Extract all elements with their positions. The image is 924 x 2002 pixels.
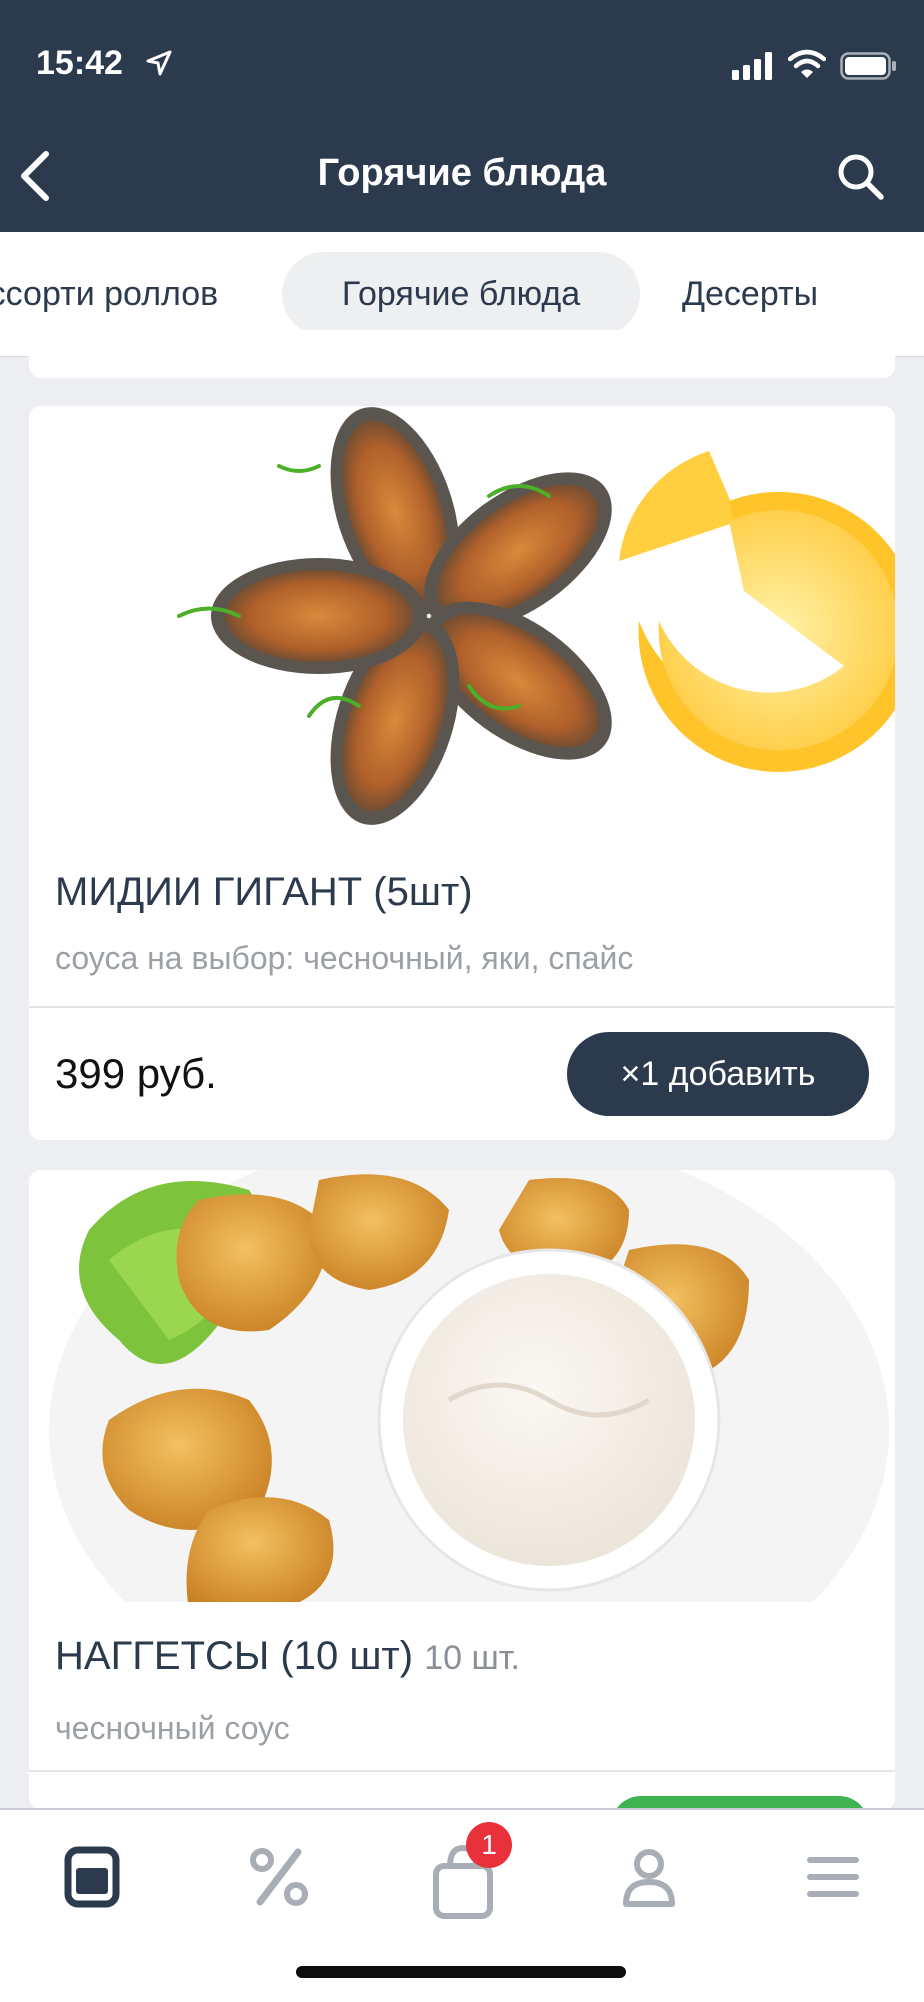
wifi-icon <box>788 49 826 78</box>
search-icon <box>838 154 884 200</box>
tab-desserts[interactable]: Десерты <box>682 252 818 336</box>
mussels-illustration <box>177 407 895 825</box>
product-description: чесночный соус <box>55 1710 290 1746</box>
tab-hot-dishes[interactable]: Горячие блюда <box>282 252 640 336</box>
previous-item-card-bottom <box>29 330 895 378</box>
tab-label: Ассорти роллов <box>0 275 219 313</box>
add-to-cart-button[interactable]: ×1 добавить <box>567 1032 869 1116</box>
hamburger-icon <box>807 1857 859 1897</box>
product-quantity: 10 шт. <box>424 1639 520 1677</box>
nav-menu-button[interactable] <box>58 1842 128 1912</box>
status-time: 15:42 <box>36 44 123 82</box>
card-divider <box>29 1770 895 1772</box>
cart-count-badge: 1 <box>466 1822 512 1868</box>
product-card: МИДИИ ГИГАНТ (5шт) соуса на выбор: чесно… <box>29 406 895 1140</box>
product-name: МИДИИ ГИГАНТ (5шт) <box>55 870 473 914</box>
product-price: 399 руб. <box>55 1050 217 1097</box>
percent-icon <box>250 1848 308 1906</box>
battery-icon <box>840 52 896 80</box>
product-card: НАГГЕТСЫ (10 шт) 10 шт. чесночный соус <box>29 1170 895 1810</box>
tab-label: Горячие блюда <box>341 275 581 313</box>
profile-icon <box>623 1849 675 1907</box>
signal-icon <box>732 52 772 80</box>
nav-more-button[interactable] <box>798 1842 868 1912</box>
page-title: Горячие блюда <box>317 152 607 194</box>
product-image <box>29 406 895 838</box>
card-divider <box>29 1006 895 1008</box>
nuggets-illustration <box>49 1170 889 1602</box>
product-name-row: НАГГЕТСЫ (10 шт) 10 шт. <box>55 1634 520 1679</box>
nav-profile-button[interactable] <box>614 1842 684 1912</box>
nav-promotions-button[interactable] <box>244 1842 314 1912</box>
home-indicator <box>296 1966 626 1978</box>
search-button[interactable] <box>836 152 886 202</box>
location-arrow-icon <box>146 50 172 76</box>
menu-card-icon <box>64 1846 120 1908</box>
product-name: НАГГЕТСЫ (10 шт) <box>55 1634 414 1678</box>
tab-label: Десерты <box>682 275 819 313</box>
product-image <box>29 1170 895 1602</box>
app-header: 15:42 Горячие блюда <box>0 0 924 232</box>
tab-assorted-rolls[interactable]: Ассорти роллов <box>0 252 252 336</box>
product-description: соуса на выбор: чесночный, яки, спайс <box>55 940 634 976</box>
